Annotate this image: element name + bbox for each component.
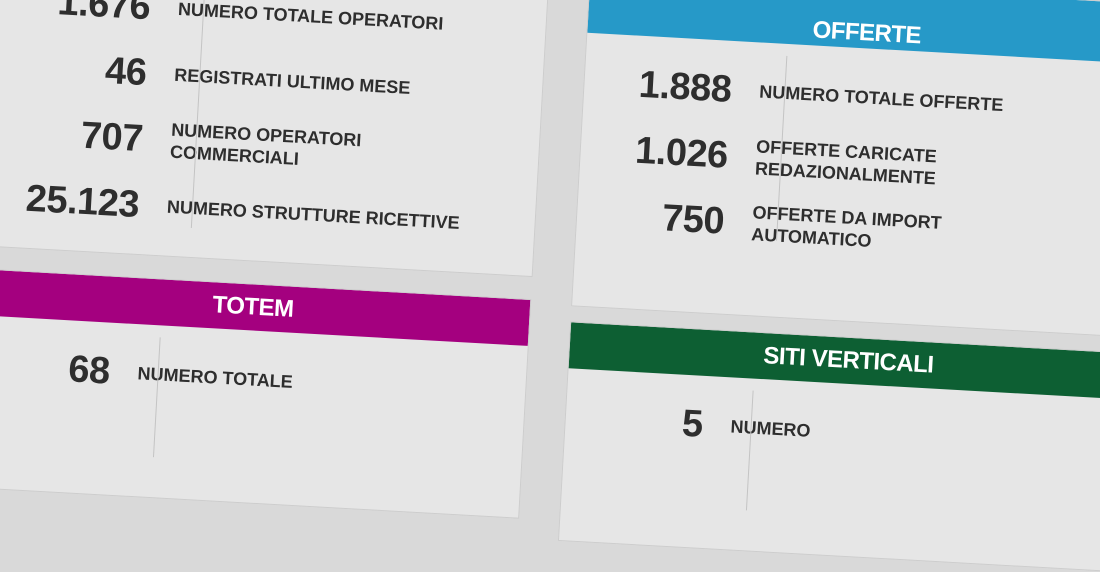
stat-label: NUMERO TOTALE bbox=[137, 363, 294, 392]
stat-value: 25.123 bbox=[24, 177, 141, 226]
stat-label: NUMERO TOTALE OPERATORI bbox=[177, 0, 444, 34]
stat-label: OFFERTE CARICATE REDAZIONALMENTE bbox=[754, 136, 938, 189]
stat-label: NUMERO TOTALE OFFERTE bbox=[758, 81, 1004, 116]
operatori-panel: 1.676 NUMERO TOTALE OPERATORI 46 REGISTR… bbox=[0, 0, 551, 278]
stat-value: 750 bbox=[661, 196, 726, 243]
siti-verticali-panel: SITI VERTICALI 5 NUMERO bbox=[557, 321, 1100, 572]
totem-panel: TOTEM 68 NUMERO TOTALE bbox=[0, 268, 532, 519]
dashboard-stage: 1.676 NUMERO TOTALE OPERATORI 46 REGISTR… bbox=[0, 0, 1100, 572]
stat-row-totem-totale: 68 NUMERO TOTALE bbox=[0, 331, 527, 428]
stat-value: 1.026 bbox=[634, 129, 729, 177]
stat-label: NUMERO bbox=[730, 416, 812, 441]
stat-value: 5 bbox=[680, 402, 704, 446]
operatori-stat-list: 1.676 NUMERO TOTALE OPERATORI 46 REGISTR… bbox=[0, 0, 548, 260]
stat-label: NUMERO OPERATORI COMMERCIALI bbox=[169, 119, 362, 169]
stat-label: OFFERTE DA IMPORT AUTOMATICO bbox=[750, 202, 943, 251]
stat-row-siti-numero: 5 NUMERO bbox=[564, 384, 1100, 481]
offerte-panel: OFFERTE 1.888 NUMERO TOTALE OFFERTE 1.02… bbox=[571, 0, 1100, 338]
stat-value: 68 bbox=[67, 347, 111, 393]
stat-value: 1.888 bbox=[637, 63, 733, 111]
offerte-stat-list: 1.888 NUMERO TOTALE OFFERTE 1.026 OFFERT… bbox=[575, 33, 1100, 278]
stat-value: 1.676 bbox=[56, 0, 152, 28]
stat-label: NUMERO STRUTTURE RICETTIVE bbox=[166, 196, 461, 233]
stat-value: 707 bbox=[79, 114, 144, 160]
stat-label: REGISTRATI ULTIMO MESE bbox=[173, 64, 411, 98]
stat-value: 46 bbox=[104, 49, 148, 94]
